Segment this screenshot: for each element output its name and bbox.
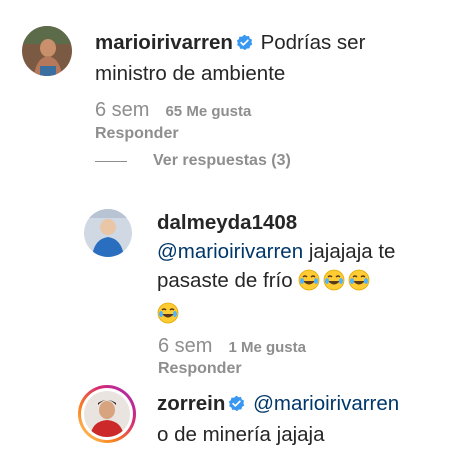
avatar[interactable]: [22, 26, 72, 76]
comment-text: jajajaja te: [308, 240, 396, 263]
comment-likes[interactable]: 1 Me gusta: [228, 339, 306, 356]
avatar: [84, 391, 130, 437]
comment-time: 6 sem: [95, 99, 150, 121]
comment-text: Podrías ser: [260, 31, 366, 54]
view-replies-label: Ver respuestas (3): [153, 152, 291, 169]
comment-mention[interactable]: @marioirivarren: [253, 392, 399, 415]
face-with-tears-of-joy-icon: [157, 302, 179, 332]
comment-username[interactable]: dalmeyda1408: [157, 211, 297, 234]
view-replies-button[interactable]: Ver respuestas (3): [95, 152, 291, 170]
verified-badge-icon: [236, 30, 253, 59]
face-with-tears-of-joy-icon: [298, 269, 320, 299]
comment-text-line2: ministro de ambiente: [95, 62, 286, 85]
comment-username[interactable]: zorrein: [157, 392, 225, 415]
face-with-tears-of-joy-icon: [348, 269, 370, 299]
comment-mention[interactable]: @marioirivarren: [157, 240, 303, 263]
comment-likes[interactable]: 65 Me gusta: [165, 103, 251, 120]
face-with-tears-of-joy-icon: [323, 269, 345, 299]
comment-meta: 6 sem 65 Me gusta: [95, 99, 251, 122]
verified-badge-icon: [228, 391, 245, 420]
comment-body: marioirivarren Podrías ser ministro de a…: [95, 28, 435, 88]
comment-text-line2: o de minería jajaja: [157, 423, 325, 446]
comment-username[interactable]: marioirivarren: [95, 31, 233, 54]
comment-body: dalmeyda1408 @marioirivarren jajajaja te…: [157, 208, 447, 332]
divider-line: [95, 160, 127, 162]
comment-body: zorrein @marioirivarren o de minería jaj…: [157, 389, 447, 449]
avatar[interactable]: [84, 209, 132, 257]
comment-meta: 6 sem 1 Me gusta: [158, 335, 306, 358]
reply-button[interactable]: Responder: [158, 360, 242, 378]
avatar-story-ring[interactable]: [78, 385, 136, 443]
comment-text-line2: pasaste de frío: [157, 269, 293, 292]
comment-time: 6 sem: [158, 335, 213, 357]
reply-button[interactable]: Responder: [95, 125, 179, 143]
